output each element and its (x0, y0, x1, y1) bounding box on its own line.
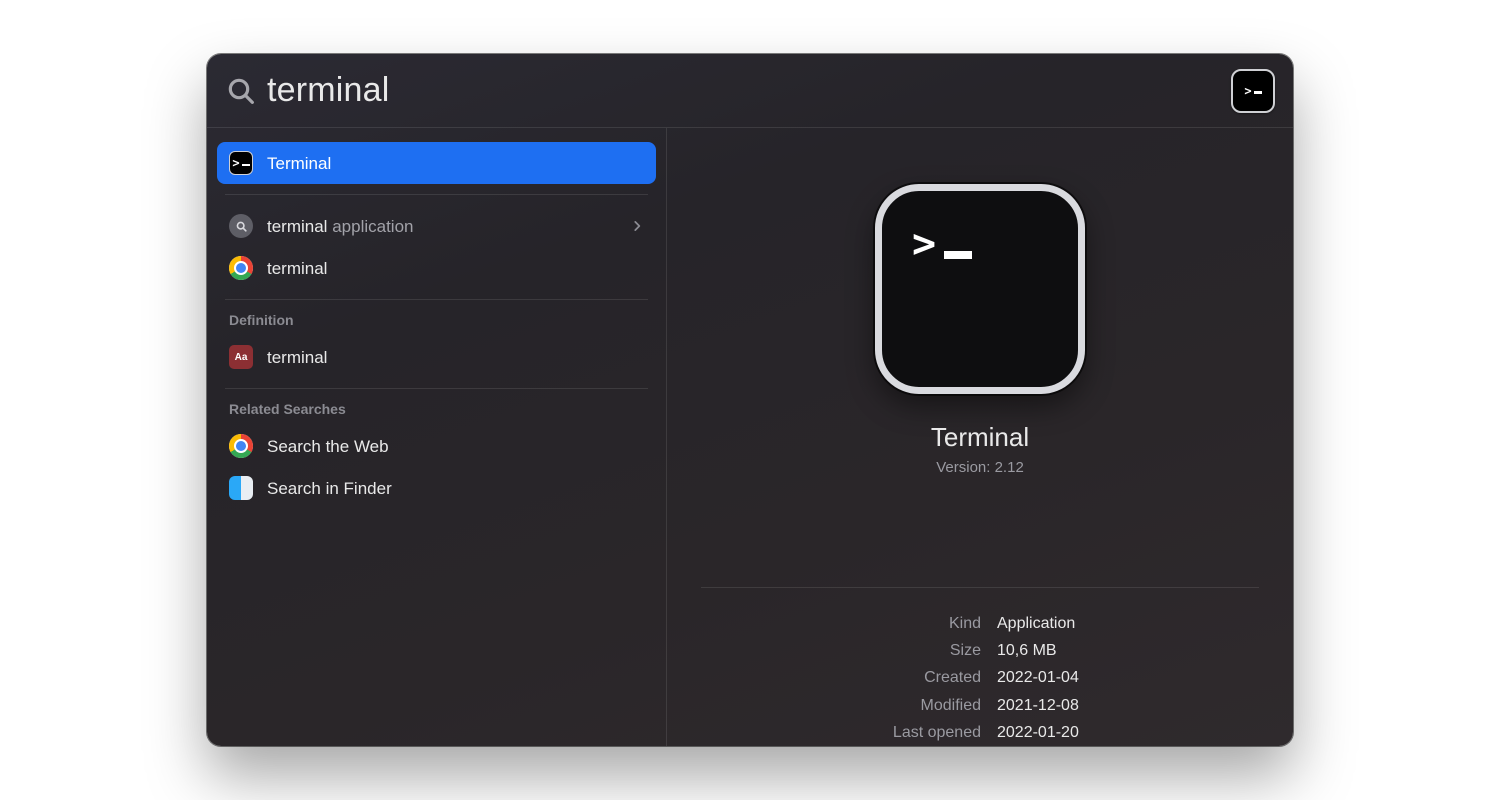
group-title: Definition (217, 310, 656, 336)
divider (225, 388, 648, 389)
divider (225, 299, 648, 300)
meta-key: Modified (701, 692, 981, 719)
meta-value: Application (997, 610, 1075, 637)
results-list: > Terminal terminal (207, 128, 667, 746)
finder-icon (229, 476, 253, 500)
result-label: terminal (267, 260, 327, 277)
app-name: Terminal (931, 422, 1029, 453)
result-terminal-app[interactable]: > Terminal (217, 142, 656, 184)
result-label: Search in Finder (267, 480, 392, 497)
suggestions-group: terminal application terminal (217, 205, 656, 289)
app-icon-large: > (875, 184, 1085, 394)
result-suggestion-app[interactable]: terminal application (217, 205, 656, 247)
search-input[interactable] (267, 71, 1231, 110)
terminal-icon: > (229, 151, 253, 175)
result-label: Terminal (267, 155, 331, 172)
chrome-icon (229, 256, 253, 280)
terminal-prompt-icon: > (912, 221, 972, 267)
spotlight-window: > > Terminal (207, 54, 1293, 746)
result-search-web[interactable]: Search the Web (217, 425, 656, 467)
group-title: Related Searches (217, 399, 656, 425)
result-thumb: > (1231, 69, 1275, 113)
result-label: terminal application (267, 218, 413, 235)
related-group: Related Searches Search the Web Search i… (217, 399, 656, 509)
definition-group: Definition Aa terminal (217, 310, 656, 378)
divider (701, 587, 1259, 588)
result-label: terminal (267, 349, 327, 366)
dictionary-icon: Aa (229, 345, 253, 369)
chevron-right-icon (630, 219, 644, 233)
meta-key: Kind (701, 610, 981, 637)
metadata-table: Kind Application Size 10,6 MB Created 2022-… (667, 606, 1293, 746)
app-version: Version: 2.12 (936, 459, 1024, 476)
meta-key: Last opened (701, 719, 981, 746)
divider (225, 194, 648, 195)
result-search-finder[interactable]: Search in Finder (217, 467, 656, 509)
result-label: Search the Web (267, 438, 389, 455)
meta-value: 2022-01-20 (997, 719, 1079, 746)
preview-pane: > Terminal Version: 2.12 Kind Application… (667, 128, 1293, 746)
result-chrome-terminal[interactable]: terminal (217, 247, 656, 289)
meta-value: 2021-12-08 (997, 692, 1079, 719)
meta-value: 2022-01-04 (997, 664, 1079, 691)
chrome-icon (229, 434, 253, 458)
search-bar: > (207, 54, 1293, 128)
meta-key: Size (701, 637, 981, 664)
search-icon (225, 75, 257, 107)
search-glyph-icon (229, 214, 253, 238)
result-definition[interactable]: Aa terminal (217, 336, 656, 378)
meta-value: 10,6 MB (997, 637, 1057, 664)
terminal-icon: > (1244, 85, 1261, 97)
top-hits-group: > Terminal (217, 142, 656, 184)
meta-key: Created (701, 664, 981, 691)
